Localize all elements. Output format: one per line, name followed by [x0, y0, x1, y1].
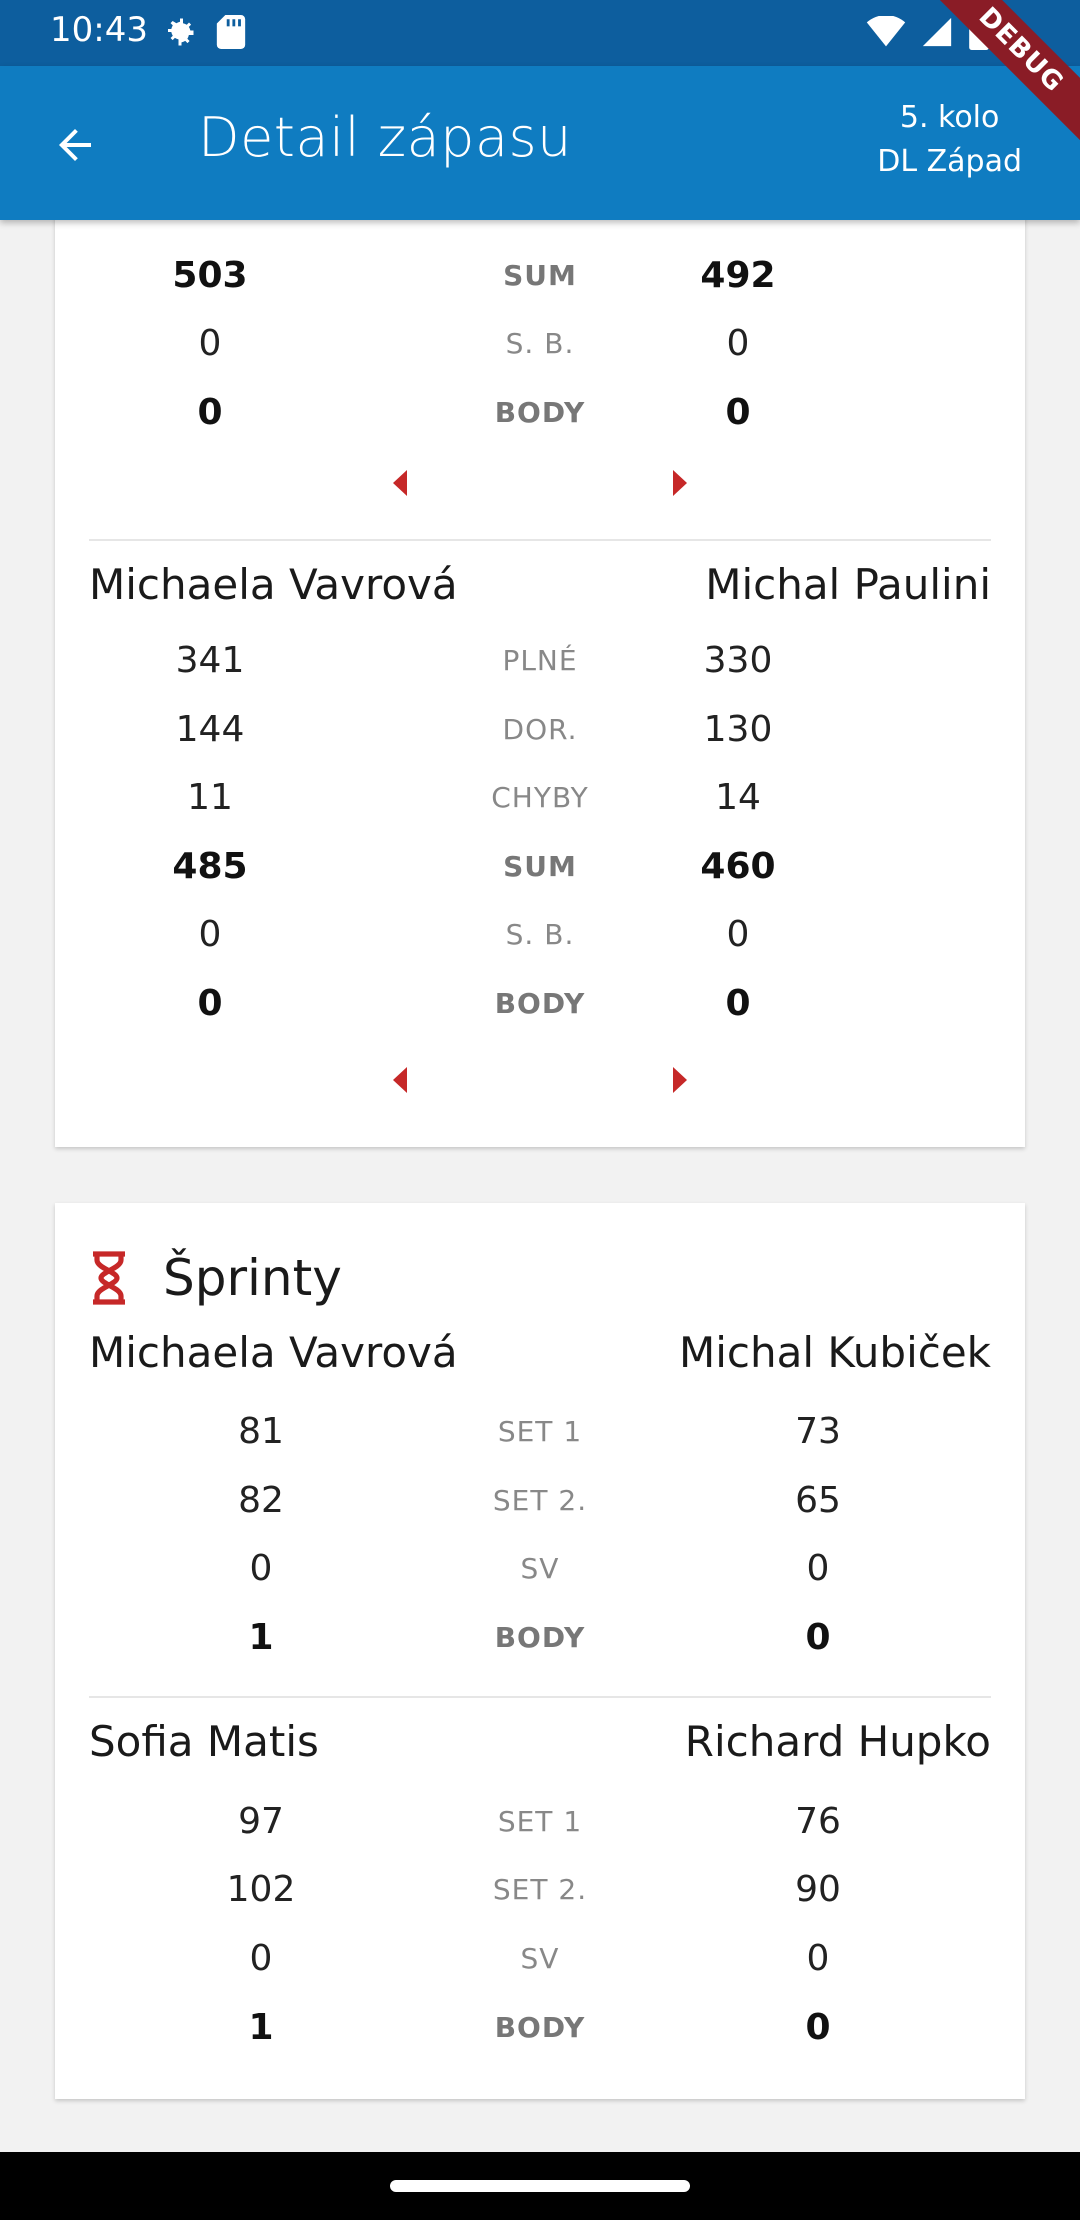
divider [89, 539, 991, 541]
signal-icon [922, 17, 952, 47]
system-nav-bar [0, 2152, 1080, 2220]
stat-label: SET 2. [492, 1484, 588, 1517]
arrow-left-icon[interactable] [393, 1067, 407, 1093]
status-time: 10:43 [50, 10, 148, 50]
stat-row: 0 BODY 0 [55, 974, 1025, 1034]
stat-row: 0 SV 0 [55, 1539, 1025, 1599]
settings-icon [168, 18, 194, 46]
left-value: 144 [175, 709, 245, 750]
section-header: Šprinty [89, 1238, 342, 1318]
arrow-right-icon[interactable] [673, 1067, 687, 1093]
stat-row: 0 S. B. 0 [55, 314, 1025, 374]
right-value: 0 [725, 983, 751, 1024]
stat-label: BODY [494, 1621, 586, 1654]
left-value: 485 [172, 846, 248, 887]
right-value: 130 [703, 709, 773, 750]
stat-label: SV [520, 1942, 560, 1975]
match-card-singles: 503 SUM 492 0 S. B. 0 0 BODY 0 Michaela … [55, 180, 1025, 1147]
players-row: Sofia Matis Richard Hupko [89, 1717, 991, 1777]
left-value: 0 [249, 1938, 273, 1979]
stat-row: 144 DOR. 130 [55, 700, 1025, 760]
stat-label: BODY [494, 2011, 586, 2044]
home-handle[interactable] [390, 2180, 690, 2192]
stat-row: 0 S. B. 0 [55, 905, 1025, 965]
stat-label: SET 1 [497, 1415, 583, 1448]
left-player-name: Sofia Matis [89, 1717, 319, 1766]
right-value: 65 [795, 1480, 841, 1521]
back-button[interactable] [40, 110, 110, 180]
stat-row: 1 BODY 0 [55, 1608, 1025, 1668]
stat-row: 1 BODY 0 [55, 1998, 1025, 2058]
left-value: 0 [197, 983, 223, 1024]
left-value: 1 [248, 2007, 274, 2048]
right-value: 0 [725, 392, 751, 433]
left-value: 0 [249, 1548, 273, 1589]
left-value: 82 [238, 1480, 284, 1521]
stat-row: 503 SUM 492 [55, 246, 1025, 306]
arrow-left-icon[interactable] [393, 470, 407, 496]
status-bar: 10:43 [0, 0, 1080, 66]
stat-row: 11 CHYBY 14 [55, 768, 1025, 828]
stat-row: 102 SET 2. 90 [55, 1860, 1025, 1920]
stat-row: 0 SV 0 [55, 1929, 1025, 1989]
stat-row: 341 PLNÉ 330 [55, 631, 1025, 691]
right-value: 0 [805, 1617, 831, 1658]
arrow-right-icon[interactable] [673, 470, 687, 496]
stat-row: 97 SET 1 76 [55, 1792, 1025, 1852]
stat-row: 0 BODY 0 [55, 383, 1025, 443]
left-value: 102 [226, 1869, 296, 1910]
back-arrow-icon [59, 129, 91, 161]
players-row: Michaela Vavrová Michal Paulini [89, 560, 991, 620]
players-row: Michaela Vavrová Michal Kubiček [89, 1328, 991, 1388]
right-value: 14 [715, 777, 761, 818]
league-label: DL Západ [877, 144, 1022, 179]
right-player-name: Richard Hupko [684, 1717, 991, 1766]
right-value: 0 [806, 1548, 830, 1589]
left-value: 503 [172, 255, 248, 296]
stat-row: 82 SET 2. 65 [55, 1471, 1025, 1531]
right-value: 76 [795, 1801, 841, 1842]
section-title: Šprinty [163, 1249, 342, 1307]
left-value: 11 [187, 777, 233, 818]
divider [89, 1696, 991, 1698]
left-value: 1 [248, 1617, 274, 1658]
right-value: 492 [700, 255, 776, 296]
round-info: 5. kolo DL Západ [877, 96, 1022, 184]
stat-label: SV [520, 1552, 560, 1585]
stat-row: 81 SET 1 73 [55, 1402, 1025, 1462]
left-player-name: Michaela Vavrová [89, 560, 458, 609]
left-value: 341 [175, 640, 245, 681]
stat-row: 485 SUM 460 [55, 837, 1025, 897]
right-value: 330 [703, 640, 773, 681]
round-label: 5. kolo [899, 100, 1000, 135]
right-value: 73 [795, 1411, 841, 1452]
hourglass-icon [93, 1251, 125, 1305]
stat-label: SET 1 [497, 1805, 583, 1838]
right-value: 0 [805, 2007, 831, 2048]
left-value: 0 [198, 323, 222, 364]
page-title: Detail zápasu [198, 106, 572, 169]
right-value: 90 [795, 1869, 841, 1910]
right-value: 0 [726, 914, 750, 955]
left-player-name: Michaela Vavrová [89, 1328, 458, 1377]
wifi-icon [866, 16, 906, 47]
left-value: 97 [238, 1801, 284, 1842]
left-value: 81 [238, 1411, 284, 1452]
sprints-card: Šprinty Michaela Vavrová Michal Kubiček … [55, 1203, 1025, 2099]
right-value: 0 [726, 323, 750, 364]
right-value: 460 [700, 846, 776, 887]
app-bar: Detail zápasu 5. kolo DL Západ [0, 66, 1080, 220]
stat-label: SET 2. [492, 1873, 588, 1906]
right-player-name: Michal Paulini [705, 560, 991, 609]
sd-card-icon [216, 15, 246, 49]
left-value: 0 [198, 914, 222, 955]
right-value: 0 [806, 1938, 830, 1979]
right-player-name: Michal Kubiček [678, 1328, 991, 1377]
left-value: 0 [197, 392, 223, 433]
